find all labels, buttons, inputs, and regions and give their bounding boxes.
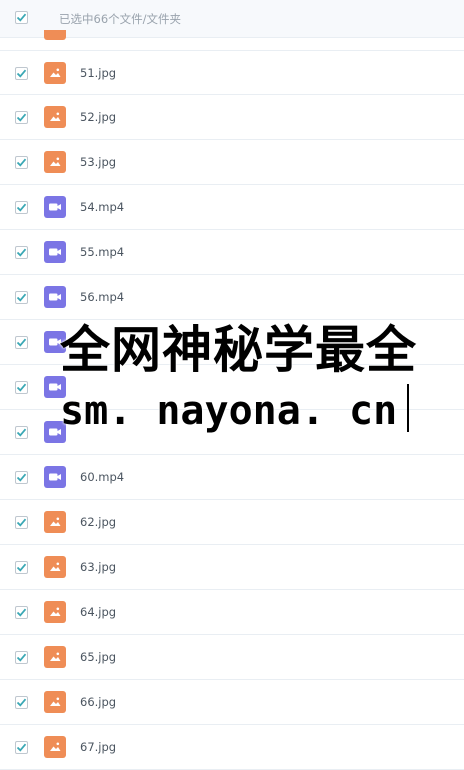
file-row[interactable]: 53.jpg (0, 140, 464, 185)
image-file-icon (44, 691, 66, 713)
selection-count-text: 已选中66个文件/文件夹 (59, 12, 182, 26)
checkmark-icon (16, 113, 27, 122)
video-file-icon (44, 376, 66, 398)
file-name[interactable]: 66.jpg (80, 695, 116, 709)
image-file-icon (44, 646, 66, 668)
video-file-icon (44, 241, 66, 263)
image-file-icon (44, 106, 66, 128)
file-checkbox[interactable] (15, 651, 28, 664)
checkmark-icon (16, 293, 27, 302)
file-list: 51.jpg 52.jpg 53.jpg 54.mp4 55.mp4 56.mp4 60.m… (0, 50, 464, 770)
file-row[interactable]: 55.mp4 (0, 230, 464, 275)
image-file-icon (44, 30, 66, 40)
file-checkbox[interactable] (15, 156, 28, 169)
file-checkbox[interactable] (15, 111, 28, 124)
checkmark-icon (16, 383, 27, 392)
file-row[interactable] (0, 410, 464, 455)
selection-header: 已选中66个文件/文件夹 (0, 0, 464, 38)
file-name[interactable]: 53.jpg (80, 155, 116, 169)
video-file-icon (44, 466, 66, 488)
file-checkbox[interactable] (15, 606, 28, 619)
checkmark-icon (16, 158, 27, 167)
file-row[interactable]: 60.mp4 (0, 455, 464, 500)
image-file-icon (44, 151, 66, 173)
video-file-icon (44, 331, 66, 353)
file-row[interactable]: 64.jpg (0, 590, 464, 635)
file-row[interactable]: 66.jpg (0, 680, 464, 725)
file-checkbox[interactable] (15, 426, 28, 439)
checkmark-icon (16, 428, 27, 437)
image-file-icon (44, 511, 66, 533)
file-row[interactable] (0, 320, 464, 365)
file-name[interactable]: 64.jpg (80, 605, 116, 619)
checkmark-icon (16, 338, 27, 347)
checkmark-icon (16, 248, 27, 257)
file-name[interactable]: 67.jpg (80, 740, 116, 754)
checkmark-icon (16, 563, 27, 572)
file-checkbox[interactable] (15, 246, 28, 259)
file-checkbox[interactable] (15, 741, 28, 754)
file-row[interactable]: 56.mp4 (0, 275, 464, 320)
file-row[interactable]: 52.jpg (0, 95, 464, 140)
file-row[interactable]: 62.jpg (0, 500, 464, 545)
checkmark-icon (16, 743, 27, 752)
checkmark-icon (16, 13, 27, 22)
file-name[interactable]: 51.jpg (80, 66, 116, 80)
select-all-checkbox[interactable] (15, 11, 28, 24)
checkmark-icon (16, 653, 27, 662)
checkmark-icon (16, 518, 27, 527)
checkmark-icon (16, 698, 27, 707)
file-checkbox[interactable] (15, 516, 28, 529)
file-checkbox[interactable] (15, 381, 28, 394)
file-name[interactable]: 65.jpg (80, 650, 116, 664)
file-checkbox[interactable] (15, 201, 28, 214)
file-name[interactable]: 60.mp4 (80, 470, 124, 484)
checkmark-icon (16, 203, 27, 212)
image-file-icon (44, 556, 66, 578)
file-checkbox[interactable] (15, 336, 28, 349)
file-checkbox[interactable] (15, 67, 28, 80)
checkmark-icon (16, 473, 27, 482)
checkmark-icon (16, 608, 27, 617)
file-name[interactable]: 52.jpg (80, 110, 116, 124)
file-checkbox[interactable] (15, 561, 28, 574)
file-name[interactable]: 56.mp4 (80, 290, 124, 304)
file-name[interactable]: 55.mp4 (80, 245, 124, 259)
video-file-icon (44, 421, 66, 443)
file-checkbox[interactable] (15, 291, 28, 304)
image-file-icon (44, 601, 66, 623)
image-file-icon (44, 736, 66, 758)
file-row[interactable]: 54.mp4 (0, 185, 464, 230)
file-checkbox[interactable] (15, 696, 28, 709)
video-file-icon (44, 286, 66, 308)
file-name[interactable]: 62.jpg (80, 515, 116, 529)
file-checkbox[interactable] (15, 471, 28, 484)
file-row[interactable]: 51.jpg (0, 50, 464, 95)
file-name[interactable]: 63.jpg (80, 560, 116, 574)
image-file-icon (44, 62, 66, 84)
video-file-icon (44, 196, 66, 218)
file-row[interactable]: 65.jpg (0, 635, 464, 680)
file-name[interactable]: 54.mp4 (80, 200, 124, 214)
file-row[interactable]: 63.jpg (0, 545, 464, 590)
file-row[interactable]: 67.jpg (0, 725, 464, 770)
checkmark-icon (16, 69, 27, 78)
file-row[interactable] (0, 365, 464, 410)
